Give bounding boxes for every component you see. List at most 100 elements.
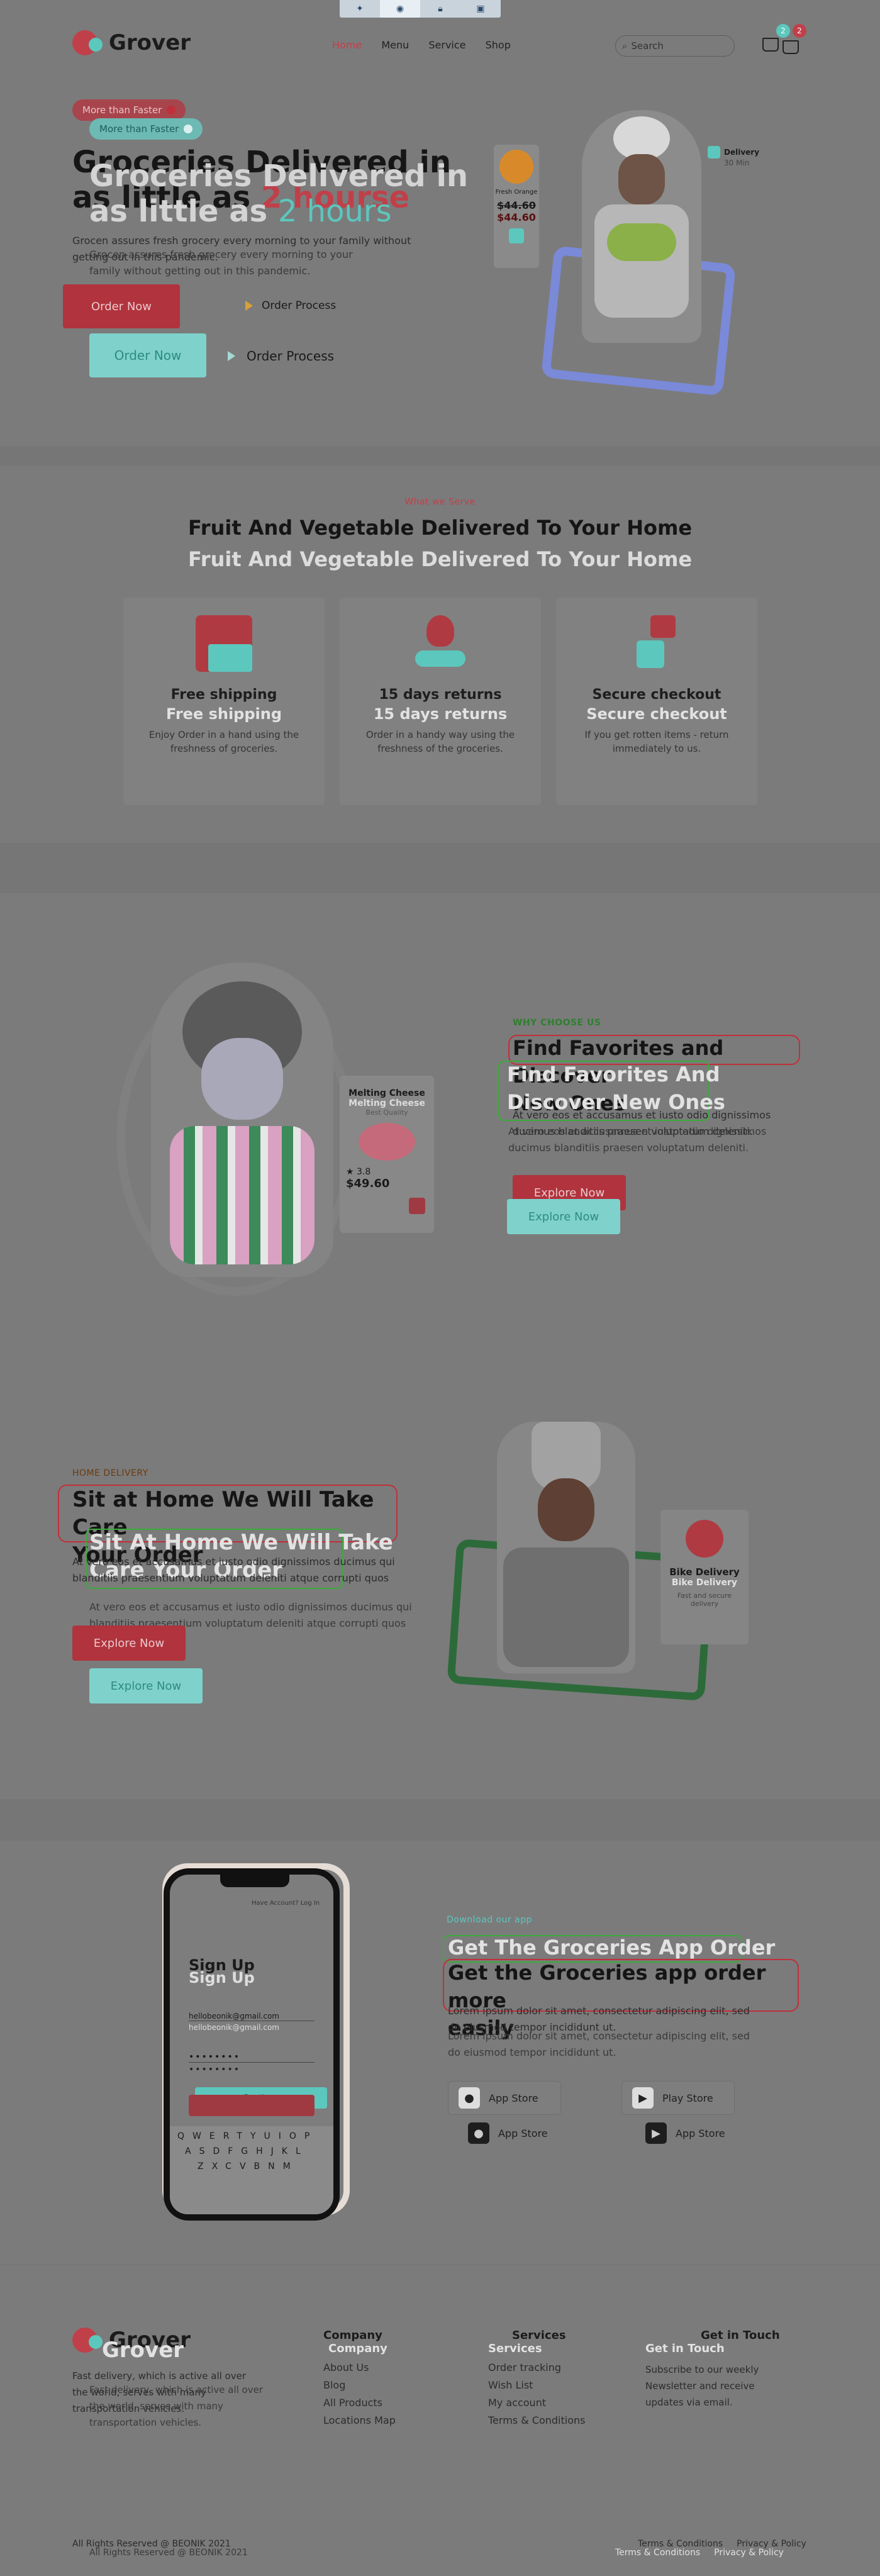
footer-company-title-ghost: Company	[328, 2342, 387, 2355]
chef-coat	[594, 204, 689, 318]
service-card-checkout: Secure checkout Secure checkout If you g…	[556, 598, 757, 805]
footer-link-order-tracking[interactable]: Order tracking	[488, 2359, 585, 2377]
footer-link-products[interactable]: All Products	[323, 2394, 396, 2412]
hero-title-ghost-highlight: 2 hours	[277, 194, 392, 229]
product-card-cheese[interactable]: Melting Cheese Melting Cheese Best Quali…	[340, 1076, 434, 1233]
delivery-subtitle: 30 Min	[724, 159, 750, 167]
cart-icon	[783, 40, 799, 54]
product-price: $44.60	[497, 211, 536, 223]
order-process-link-ghost[interactable]: Order Process	[228, 348, 334, 364]
order-process-link[interactable]: Order Process	[245, 299, 336, 312]
footer-link-wishlist[interactable]: Wish List	[488, 2377, 585, 2394]
footer-company-title: Company	[323, 2329, 382, 2342]
terms-link-ghost[interactable]: Terms & Conditions	[615, 2544, 700, 2562]
phone-password-field[interactable]: ••••••••	[189, 2052, 315, 2063]
product-name: Melting Cheese	[348, 1088, 425, 1098]
hero-title-ghost-line1: Groceries Delivered in	[89, 159, 469, 194]
device-icon[interactable]: ▣	[460, 0, 501, 18]
apple-icon: ●	[459, 2087, 480, 2109]
product-price: $49.60	[346, 1177, 390, 1190]
phone-title-ghost: Sign Up	[189, 1969, 255, 1987]
favorites-title-ghost-line1: Find Favorites And	[507, 1062, 720, 1086]
explore-now-button-ghost[interactable]: Explore Now	[507, 1199, 620, 1234]
app-store-button[interactable]: ● App Store	[448, 2081, 561, 2115]
nav-home[interactable]: Home	[332, 39, 362, 51]
scooter-icon	[686, 1520, 723, 1558]
service-title-ghost: 15 days returns	[373, 705, 508, 723]
play-store-button[interactable]: ▶ Play Store	[621, 2081, 735, 2115]
wishlist-button[interactable]: 2	[762, 24, 790, 52]
main-nav: Home Menu Service Shop	[332, 39, 527, 51]
delivery-title-ghost-line1: Sit At Home We Will Take	[89, 1530, 393, 1555]
copyright-ghost: All Rights Reserved @ BEONIK 2021	[89, 2548, 248, 2558]
app-store-button-ghost[interactable]: ● App Store	[458, 2116, 571, 2150]
order-now-button[interactable]: Order Now	[63, 284, 180, 328]
editor-toolbar: ✦ ◉ 🔒︎ ▣	[340, 0, 501, 18]
privacy-link-ghost[interactable]: Privacy & Policy	[714, 2544, 784, 2562]
footer-link-terms[interactable]: Terms & Conditions	[488, 2412, 585, 2429]
footer-brand-name-ghost: Grover	[102, 2338, 184, 2363]
product-name-ghost: Melting Cheese	[348, 1098, 425, 1108]
add-to-cart-icon[interactable]	[409, 1198, 425, 1214]
product-image	[359, 1123, 415, 1161]
order-process-label-ghost: Order Process	[247, 348, 335, 364]
footer-link-about[interactable]: About Us	[323, 2359, 396, 2377]
footer-contact-title-ghost: Get in Touch	[645, 2342, 725, 2355]
keyboard-row1: QWERTYUIOP	[177, 2131, 318, 2141]
footer-link-account[interactable]: My account	[488, 2394, 585, 2412]
favorites-description-ghost: At vero eos et accusamus et iusto odio d…	[508, 1125, 767, 1154]
nav-shop[interactable]: Shop	[486, 39, 511, 51]
hero-pill-text: More than Faster	[82, 104, 162, 116]
footer-description-ghost: Fast delivery, which is active all over …	[89, 2384, 263, 2428]
phone-email-field[interactable]: hellobeonik@gmail.com	[189, 2012, 315, 2021]
product-card-orange[interactable]: Fresh Orange $44.60 $44.60	[494, 145, 539, 268]
services-title: Fruit And Vegetable Delivered To Your Ho…	[187, 516, 693, 540]
footer-services-title: Services	[512, 2329, 566, 2342]
person-face	[201, 1038, 283, 1120]
delivery-icon	[708, 146, 720, 159]
footer-link-locations[interactable]: Locations Map	[323, 2412, 396, 2429]
nav-menu[interactable]: Menu	[381, 39, 409, 51]
product-subtitle: Best Quality	[365, 1108, 408, 1117]
explore-now-button[interactable]: Explore Now	[72, 1625, 186, 1661]
bike-delivery-subtitle: Fast and secure delivery	[677, 1592, 732, 1608]
leaf-icon	[184, 125, 193, 133]
phone-keyboard: QWERTYUIOP ASDFGHJKL ZXCVBNM	[170, 2126, 333, 2214]
explore-now-button-ghost[interactable]: Explore Now	[89, 1668, 203, 1703]
footer-logo-ghost: Grover	[89, 2338, 184, 2363]
product-old-price: $44.60	[497, 199, 536, 211]
delivery-description: At vero eos et accusamus et iusto odio d…	[72, 1556, 395, 1584]
keyboard-row3: ZXCVBNM	[198, 2161, 299, 2172]
order-process-label: Order Process	[262, 299, 337, 312]
delivery-card: Delivery 30 Min	[708, 146, 777, 196]
delivery-tag: HOME DELIVERY	[72, 1468, 148, 1478]
service-description: Order in a handy way using the freshness…	[365, 729, 515, 754]
hero-title-ghost-line2-a: as little as	[89, 194, 268, 229]
cursor-icon[interactable]: ✦	[340, 0, 380, 18]
logo-icon	[72, 30, 103, 55]
phone-login-link[interactable]: Have Account? Log In	[252, 1900, 320, 1907]
hero-pill-ghost-text: More than Faster	[99, 123, 179, 135]
money-bag-icon	[415, 615, 465, 672]
chef-coat	[503, 1547, 629, 1667]
search-input[interactable]: ⌕ Search	[615, 35, 735, 57]
footer-services: Services Services Order tracking Wish Li…	[488, 2329, 585, 2429]
cart-button[interactable]: 2	[783, 24, 806, 54]
service-title: 15 days returns	[379, 687, 502, 703]
lock-icon[interactable]: 🔒︎	[420, 0, 460, 18]
brand-logo[interactable]: Grover	[72, 30, 191, 55]
footer-link-blog[interactable]: Blog	[323, 2377, 396, 2394]
app-store-label-ghost: App Store	[498, 2127, 548, 2139]
hero-title-ghost: Groceries Delivered in as little as 2 ho…	[89, 159, 468, 229]
add-to-cart-icon[interactable]	[509, 228, 524, 243]
nav-service[interactable]: Service	[428, 39, 465, 51]
app-title: Get The Groceries App Order	[448, 1936, 776, 1960]
chef-image	[582, 110, 701, 343]
legal-links-ghost: Terms & Conditions Privacy & Policy	[615, 2544, 784, 2562]
eye-icon[interactable]: ◉	[380, 0, 420, 18]
play-store-button-ghost[interactable]: ▶ App Store	[635, 2116, 749, 2150]
order-now-button-ghost[interactable]: Order Now	[89, 333, 206, 377]
bag-icon	[762, 38, 779, 52]
product-rating-value: 3.8	[357, 1167, 371, 1177]
app-store-label: App Store	[489, 2092, 538, 2104]
